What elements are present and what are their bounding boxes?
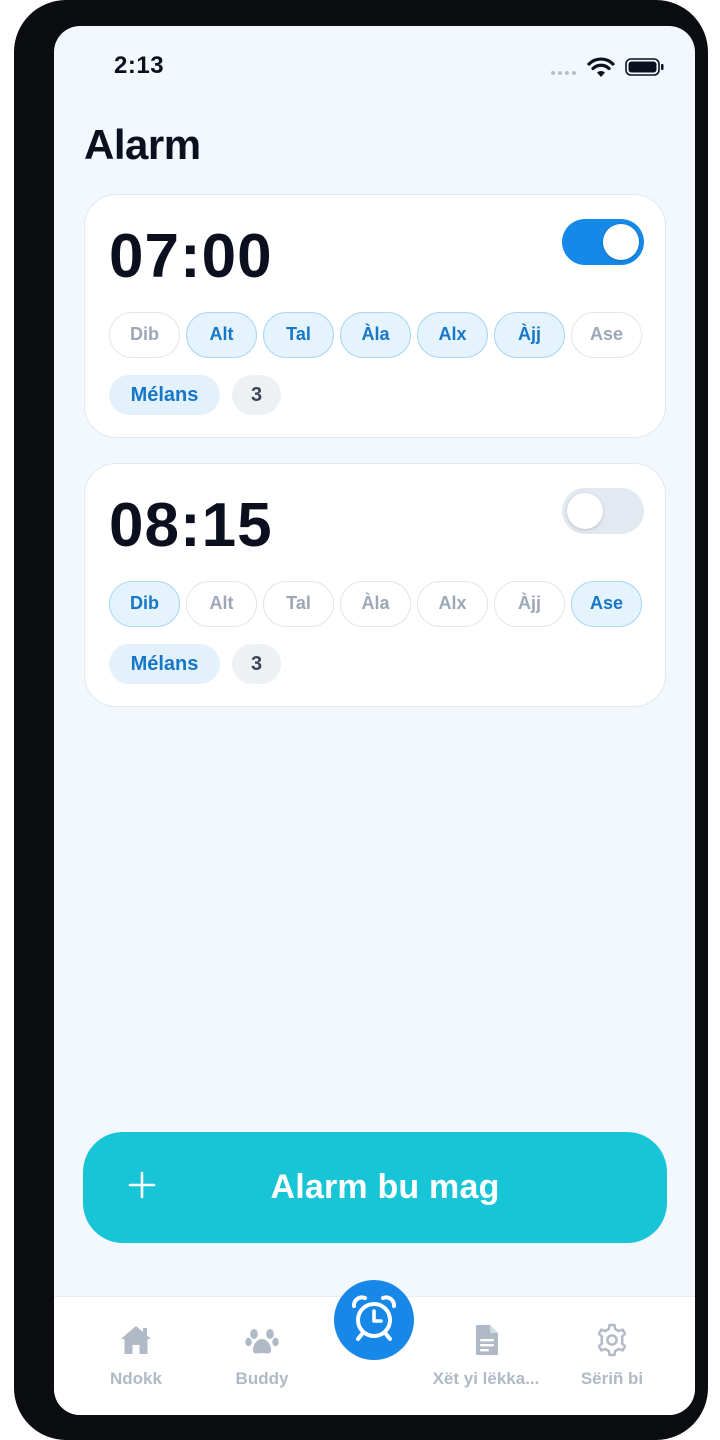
- wifi-icon: [587, 57, 615, 77]
- tab-settings[interactable]: Sëriñ bi: [548, 1297, 676, 1415]
- screen: 2:13 Alarm 07:00 Dib Alt Tal Àla Alx Àjj…: [54, 26, 695, 1415]
- battery-icon: [625, 58, 664, 76]
- tab-alarm[interactable]: [334, 1280, 414, 1360]
- add-alarm-label: Alarm bu mag: [270, 1168, 500, 1206]
- alarm-card[interactable]: 07:00 Dib Alt Tal Àla Alx Àjj Ase Mélans…: [84, 194, 666, 438]
- day-chip-dib[interactable]: Dib: [109, 581, 180, 627]
- status-bar: 2:13: [54, 26, 695, 106]
- tab-label: Buddy: [235, 1369, 289, 1388]
- day-chip-ase[interactable]: Ase: [571, 312, 642, 358]
- count-badge[interactable]: 3: [232, 644, 281, 684]
- day-chip-ajj[interactable]: Àjj: [494, 581, 565, 627]
- home-icon: [121, 1326, 151, 1354]
- paw-icon: [245, 1329, 279, 1354]
- device-frame: 2:13 Alarm 07:00 Dib Alt Tal Àla Alx Àjj…: [14, 0, 708, 1440]
- sound-tag[interactable]: Mélans: [109, 644, 220, 684]
- toggle-knob: [603, 224, 639, 260]
- add-alarm-button[interactable]: Alarm bu mag: [83, 1132, 667, 1243]
- tab-buddy[interactable]: Buddy: [198, 1297, 326, 1415]
- day-chip-alt[interactable]: Alt: [186, 581, 257, 627]
- day-chip-alt[interactable]: Alt: [186, 312, 257, 358]
- alarm-time[interactable]: 08:15: [109, 490, 273, 561]
- day-chip-tal[interactable]: Tal: [263, 581, 334, 627]
- day-chip-ala[interactable]: Àla: [340, 312, 411, 358]
- toggle-knob: [567, 493, 603, 529]
- tab-home[interactable]: Ndokk: [72, 1297, 200, 1415]
- alarm-card[interactable]: 08:15 Dib Alt Tal Àla Alx Àjj Ase Mélans…: [84, 463, 666, 707]
- gear-icon: [597, 1323, 627, 1357]
- day-chip-alx[interactable]: Alx: [417, 581, 488, 627]
- sound-tag[interactable]: Mélans: [109, 375, 220, 415]
- day-chip-tal[interactable]: Tal: [263, 312, 334, 358]
- alarm-toggle[interactable]: [562, 219, 644, 265]
- day-selector: Dib Alt Tal Àla Alx Àjj Ase: [109, 581, 649, 627]
- document-icon: [476, 1325, 498, 1355]
- count-badge[interactable]: 3: [232, 375, 281, 415]
- day-chip-ase[interactable]: Ase: [571, 581, 642, 627]
- tab-label: Xët yi lëkka...: [432, 1369, 540, 1388]
- alarm-toggle[interactable]: [562, 488, 644, 534]
- day-chip-dib[interactable]: Dib: [109, 312, 180, 358]
- status-time: 2:13: [114, 52, 165, 79]
- day-chip-ala[interactable]: Àla: [340, 581, 411, 627]
- tab-label: Ndokk: [110, 1369, 162, 1388]
- tab-label: Sëriñ bi: [580, 1369, 644, 1388]
- day-chip-alx[interactable]: Alx: [417, 312, 488, 358]
- day-chip-ajj[interactable]: Àjj: [494, 312, 565, 358]
- alarm-clock-icon: [352, 1295, 396, 1341]
- alarm-time[interactable]: 07:00: [109, 221, 273, 292]
- day-selector: Dib Alt Tal Àla Alx Àjj Ase: [109, 312, 649, 358]
- tab-documents[interactable]: Xët yi lëkka...: [422, 1297, 550, 1415]
- page-title: Alarm: [84, 121, 201, 168]
- signal-icon: [551, 71, 579, 75]
